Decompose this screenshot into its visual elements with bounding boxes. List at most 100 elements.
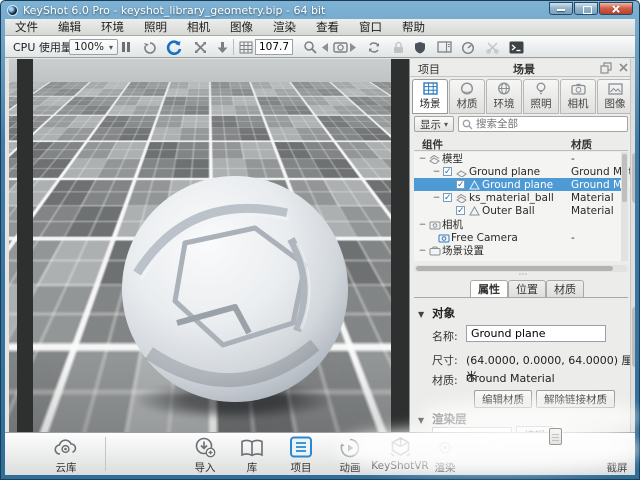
menu-lighting[interactable]: 照明 (134, 19, 177, 36)
dock-cloud-library[interactable]: 云库 (38, 434, 94, 475)
refresh-render-button[interactable] (165, 39, 183, 55)
object-name-input[interactable] (466, 325, 606, 342)
minimize-button[interactable] (549, 2, 573, 15)
lock-icon (389, 39, 407, 55)
panel-scrollbar[interactable] (630, 59, 635, 451)
project-icon-active (273, 434, 329, 458)
tree-row-outer-ball[interactable]: ✓ Outer Ball Material (414, 204, 628, 217)
tab-scene-label: 场景 (420, 96, 441, 111)
tree-row-ks-material-ball[interactable]: − ✓ ks_material_ball Material (414, 191, 628, 204)
shield-icon[interactable] (411, 39, 429, 55)
undock-panel-icon[interactable] (600, 62, 612, 74)
tree-row-ground-plane[interactable]: − ✓ Ground plane Ground Material (414, 165, 628, 178)
show-filter-button[interactable]: 显示 ▾ (414, 116, 454, 132)
next-camera-icon[interactable] (349, 39, 357, 55)
tab-material[interactable]: 材质 (449, 79, 485, 114)
keyshot-app-icon (7, 5, 18, 16)
render-letterbox-right (391, 59, 409, 434)
dock-library-label: 库 (224, 460, 280, 475)
menu-edit[interactable]: 编辑 (48, 19, 91, 36)
chevron-down-icon: ▾ (109, 43, 113, 52)
main-toolbar: CPU 使用量 100% ▾ (5, 36, 635, 58)
menu-render[interactable]: 渲染 (263, 19, 306, 36)
pause-button[interactable] (117, 39, 135, 55)
camera-keyframe-icon[interactable] (331, 39, 349, 55)
checkbox-checked[interactable]: ✓ (443, 167, 452, 176)
title-bar[interactable]: KeyShot 6.0 Pro - keyshot_library_geomet… (1, 1, 639, 19)
terminal-icon[interactable] (507, 39, 525, 55)
menu-view[interactable]: 查看 (306, 19, 349, 36)
screenshot-down-icon[interactable] (213, 39, 231, 55)
panel-splitter-handle[interactable]: ⋯ (410, 273, 635, 279)
tab-image-label: 图像 (605, 96, 626, 111)
tree-col-material: 材质 (571, 137, 592, 152)
reset-loop-icon[interactable] (141, 39, 159, 55)
image-frame-icon (608, 83, 623, 95)
realtime-viewport[interactable] (9, 59, 409, 434)
fullscreen-icon[interactable] (191, 39, 209, 55)
tree-row-model[interactable]: − 模型 - (414, 152, 628, 165)
menu-image[interactable]: 图像 (220, 19, 263, 36)
tree-row-ground-plane-mesh[interactable]: ✓ Ground plane Ground Material (414, 178, 628, 191)
chevron-down-icon: ▾ (444, 120, 448, 129)
menu-window[interactable]: 窗口 (349, 19, 392, 36)
cpu-usage-select[interactable]: 100% ▾ (69, 39, 118, 55)
environment-globe-icon (497, 82, 511, 95)
tab-camera-label: 相机 (568, 96, 589, 111)
sync-icon[interactable] (365, 39, 383, 55)
menu-help[interactable]: 帮助 (392, 19, 435, 36)
checkbox-checked[interactable]: ✓ (443, 193, 452, 202)
object-section-header[interactable]: ▼ 对象 (418, 305, 455, 321)
layout-panels-icon[interactable] (435, 39, 453, 55)
render-letterbox-left (17, 59, 33, 434)
tree-vertical-scrollbar[interactable] (621, 152, 628, 261)
tab-lighting[interactable]: 照明 (523, 79, 559, 114)
tab-environment-label: 环境 (494, 96, 515, 111)
dock-project[interactable]: 项目 (273, 434, 329, 475)
resolution-input[interactable] (255, 39, 293, 55)
name-label: 名称: (432, 328, 458, 344)
gauge-icon[interactable] (459, 39, 477, 55)
menu-bar: 文件 编辑 环境 照明 相机 图像 渲染 查看 窗口 帮助 (5, 19, 635, 36)
tree-col-component: 组件 (422, 137, 443, 152)
close-button[interactable] (599, 2, 633, 15)
tree-row-cameras[interactable]: − 相机 (414, 218, 628, 231)
tab-camera[interactable]: 相机 (560, 79, 596, 114)
dock-project-label: 项目 (273, 460, 329, 475)
dock-cloud-library-label: 云库 (38, 460, 94, 475)
tab-image[interactable]: 图像 (597, 79, 633, 114)
search-input[interactable] (476, 118, 627, 130)
close-panel-icon[interactable] (618, 62, 630, 74)
material-value: Ground Material (466, 372, 555, 385)
scene-grid-icon (423, 82, 438, 95)
material-sphere-icon (460, 82, 474, 95)
tab-scene[interactable]: 场景 (412, 79, 448, 114)
subtab-material[interactable]: 材质 (546, 280, 584, 297)
menu-environment[interactable]: 环境 (91, 19, 134, 36)
material-ball[interactable] (119, 173, 351, 405)
search-box[interactable] (458, 116, 628, 132)
tab-environment[interactable]: 环境 (486, 79, 522, 114)
dock-library[interactable]: 库 (224, 434, 280, 475)
white-artifact-overlay (420, 400, 638, 434)
tree-row-scene-settings[interactable]: − 场景设置 (414, 244, 628, 257)
zoom-region-icon[interactable] (301, 39, 319, 55)
subtab-position[interactable]: 位置 (508, 280, 546, 297)
grid-icon[interactable] (237, 39, 255, 55)
lighting-bulb-icon (535, 82, 547, 95)
scene-tree: − 模型 - − ✓ Ground plane Ground Material … (414, 152, 628, 261)
menu-file[interactable]: 文件 (5, 19, 48, 36)
cloud-library-icon (38, 434, 94, 458)
project-panel: 项目 场景 场景 材质 (409, 59, 635, 451)
menu-camera[interactable]: 相机 (177, 19, 220, 36)
collapse-arrow-icon: ▼ (418, 310, 424, 319)
library-book-icon (224, 434, 280, 458)
maximize-button[interactable] (574, 2, 598, 15)
checkbox-checked[interactable]: ✓ (456, 180, 465, 189)
material-label: 材质: (432, 372, 458, 388)
tab-lighting-label: 照明 (531, 96, 552, 111)
prev-camera-icon[interactable] (321, 39, 329, 55)
subtab-properties[interactable]: 属性 (470, 280, 508, 297)
white-artifact-overlay (338, 427, 638, 471)
checkbox-checked[interactable]: ✓ (456, 206, 465, 215)
